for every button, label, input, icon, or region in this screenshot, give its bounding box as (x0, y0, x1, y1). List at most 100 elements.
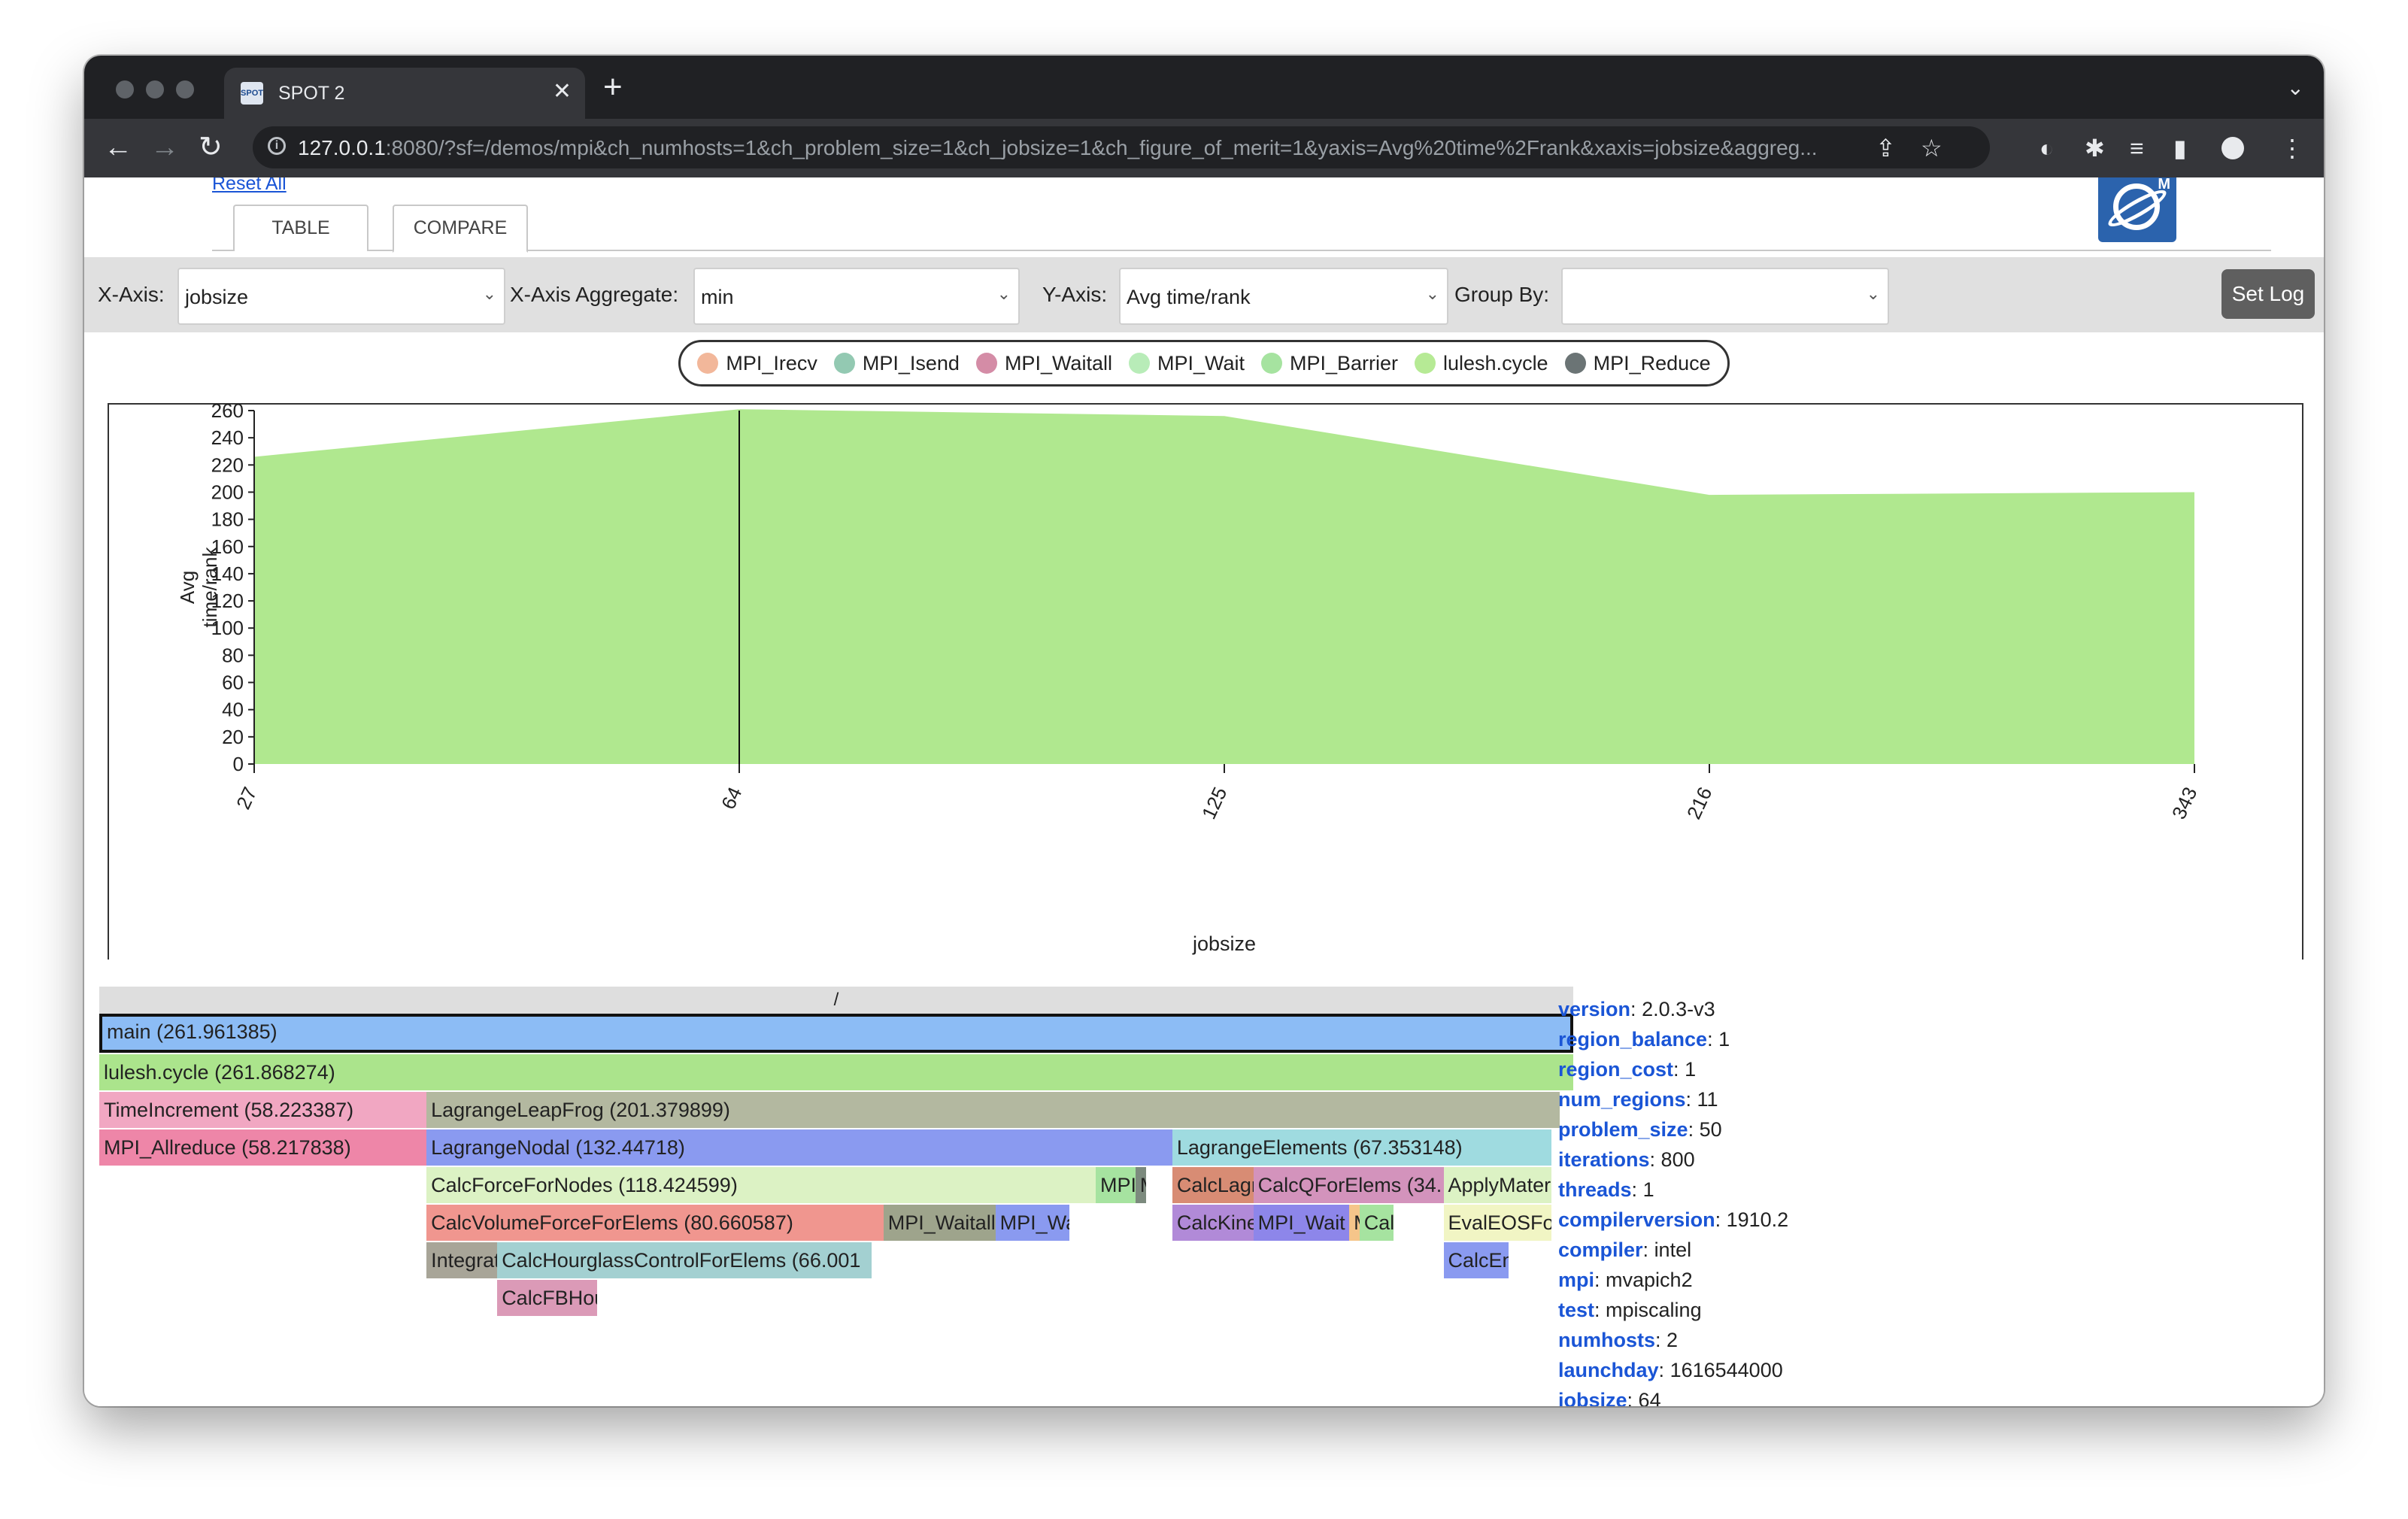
legend-swatch-icon (1260, 353, 1282, 374)
y-tick-label: 40 (222, 699, 244, 721)
close-tab-icon[interactable]: ✕ (553, 78, 572, 105)
flamegraph-node[interactable]: CalcHourglassControlForElems (66.001 (497, 1242, 872, 1278)
flamegraph-node[interactable]: IntegrateStressForElems (426, 1242, 498, 1278)
share-icon[interactable]: ⇪ (1876, 134, 1896, 162)
flamegraph-node[interactable]: MPI_Wait (1253, 1205, 1350, 1241)
zoom-window-dot[interactable] (176, 80, 194, 99)
reset-all-link[interactable]: Reset All (212, 177, 287, 195)
tab-compare[interactable]: COMPARE (393, 205, 528, 253)
legend-item[interactable]: MPI_Reduce (1564, 352, 1711, 375)
y-axis-select[interactable]: Avg time/rank ⌄ (1119, 268, 1448, 325)
metadata-key: numhosts (1558, 1329, 1656, 1351)
metadata-separator: : (1658, 1359, 1670, 1381)
tab-table[interactable]: TABLE (233, 205, 368, 251)
metadata-key: mpi (1558, 1269, 1595, 1291)
x-axis-aggregate-value: min (701, 286, 734, 308)
flamegraph-node[interactable]: main (261.961385) (99, 1014, 1573, 1053)
flamegraph-node[interactable]: LagrangeElements (67.353148) (1172, 1129, 1551, 1166)
metadata-separator: : (1715, 1208, 1727, 1231)
flamegraph-node[interactable]: MPI_Wait (1095, 1167, 1136, 1203)
metadata-key: compiler (1558, 1239, 1643, 1261)
extension-toggle-icon[interactable]: ◐ (2040, 134, 2054, 162)
bookmark-star-icon[interactable]: ☆ (1921, 134, 1942, 162)
forward-arrow-icon[interactable]: → (150, 131, 179, 164)
puzzle-extensions-icon[interactable]: ✱ (2085, 134, 2105, 162)
browser-tab[interactable]: SPOT SPOT 2 ✕ (224, 68, 585, 119)
new-tab-icon[interactable]: + (603, 71, 623, 104)
flamegraph-node[interactable]: MPI_Wait (995, 1205, 1069, 1241)
flamegraph-node[interactable]: CalcEnergyForElems (1443, 1242, 1509, 1278)
legend-item[interactable]: MPI_Irecv (697, 352, 817, 375)
reload-icon[interactable]: ↻ (199, 131, 223, 164)
set-log-button[interactable]: Set Log (2221, 269, 2315, 319)
close-window-dot[interactable] (116, 80, 134, 99)
back-arrow-icon[interactable]: ← (104, 131, 132, 164)
x-axis-select[interactable]: jobsize ⌄ (177, 268, 505, 325)
flamegraph-node[interactable]: ApplyMaterialPropertiesForElems (1443, 1167, 1551, 1203)
flamegraph-node[interactable]: CalcFBHourglassForceForElems (497, 1280, 598, 1316)
chevron-down-icon: ⌄ (482, 284, 496, 303)
metadata-separator: : (1627, 1389, 1639, 1406)
flamegraph-node[interactable]: MPI_Barrier (1349, 1205, 1360, 1241)
metadata-key: launchday (1558, 1359, 1659, 1381)
flamegraph-node[interactable]: CalcMonotonicQForElems (1359, 1205, 1394, 1241)
metadata-value: mvapich2 (1606, 1269, 1693, 1291)
flamegraph-root-bar[interactable]: / (99, 987, 1573, 1014)
flamegraph-node[interactable]: CalcKinematicsForElems (1172, 1205, 1254, 1241)
metadata-row: region_balance: 1 (1558, 1024, 2235, 1054)
group-by-select[interactable]: ⌄ (1561, 268, 1889, 325)
flamegraph-node[interactable]: MPI_Reduce (1135, 1167, 1146, 1203)
kebab-menu-icon[interactable]: ⋮ (2280, 134, 2304, 162)
flamegraph-node[interactable]: MPI_Allreduce (58.217838) (99, 1129, 427, 1166)
x-tick-label: 27 (232, 784, 261, 813)
flamegraph-node[interactable]: CalcVolumeForceForElems (80.660587) (426, 1205, 884, 1241)
address-bar[interactable]: i 127.0.0.1:8080/?sf=/demos/mpi&ch_numho… (253, 126, 1990, 168)
tab-search-chevron-icon[interactable]: ⌄ (2287, 75, 2304, 100)
metadata-key: compilerversion (1558, 1208, 1715, 1231)
minimize-window-dot[interactable] (146, 80, 164, 99)
url-text[interactable]: 127.0.0.1:8080/?sf=/demos/mpi&ch_numhost… (298, 136, 1818, 160)
tab-strip: SPOT SPOT 2 ✕ + ⌄ (84, 56, 2324, 119)
metadata-separator: : (1685, 1088, 1697, 1111)
flamegraph-node[interactable]: CalcLagrangeElements (1172, 1167, 1254, 1203)
flamegraph-node[interactable]: lulesh.cycle (261.868274) (99, 1054, 1573, 1090)
side-panel-icon[interactable]: ▮ (2173, 134, 2187, 162)
y-tick-label: 0 (233, 753, 244, 775)
flamegraph-node[interactable]: EvalEOSForElems (1443, 1205, 1551, 1241)
site-info-icon[interactable]: i (268, 137, 286, 155)
flamegraph-node[interactable]: TimeIncrement (58.223387) (99, 1092, 427, 1128)
flamegraph-node[interactable]: CalcForceForNodes (118.424599) (426, 1167, 1096, 1203)
flamegraph-node[interactable]: MPI_Waitall (883, 1205, 996, 1241)
x-tick-label: 64 (717, 784, 746, 813)
legend-item[interactable]: MPI_Barrier (1260, 351, 1399, 375)
favicon-icon: SPOT (241, 82, 263, 105)
legend-swatch-icon (697, 353, 719, 374)
reading-list-icon[interactable]: ≡ (2130, 134, 2144, 162)
legend-swatch-icon (1415, 353, 1436, 374)
metadata-key: test (1558, 1299, 1595, 1321)
flamegraph-node[interactable]: LagrangeNodal (132.44718) (426, 1129, 1172, 1166)
y-tick-label: 80 (222, 644, 244, 666)
profile-avatar-icon[interactable] (2221, 137, 2244, 159)
metadata-key: version (1558, 998, 1631, 1020)
legend-label: MPI_Barrier (1289, 351, 1399, 374)
x-axis-aggregate-select[interactable]: min ⌄ (693, 268, 1020, 325)
flamegraph-node[interactable]: LagrangeLeapFrog (201.379899) (426, 1092, 1560, 1128)
legend-swatch-icon (1564, 353, 1586, 374)
legend-item[interactable]: MPI_Wait (1128, 352, 1245, 375)
legend-item[interactable]: MPI_Isend (833, 352, 960, 375)
chevron-down-icon: ⌄ (996, 284, 1011, 303)
metadata-separator: : (1594, 1299, 1606, 1321)
metadata-value: 11 (1697, 1088, 1718, 1111)
legend-label: MPI_Waitall (1004, 351, 1112, 374)
flamegraph-node[interactable]: CalcQForElems (34. (1253, 1167, 1444, 1203)
metadata-key: threads (1558, 1178, 1632, 1201)
legend-item[interactable]: lulesh.cycle (1415, 352, 1548, 375)
x-axis-value: jobsize (185, 286, 249, 308)
metadata-separator: : (1630, 998, 1642, 1020)
legend-item[interactable]: MPI_Waitall (975, 351, 1112, 375)
y-tick-label: 180 (211, 508, 244, 531)
metadata-row: compiler: intel (1558, 1235, 2235, 1265)
x-axis-title: jobsize (1192, 932, 1256, 955)
x-axis-aggregate-label: X-Axis Aggregate: (510, 283, 679, 306)
